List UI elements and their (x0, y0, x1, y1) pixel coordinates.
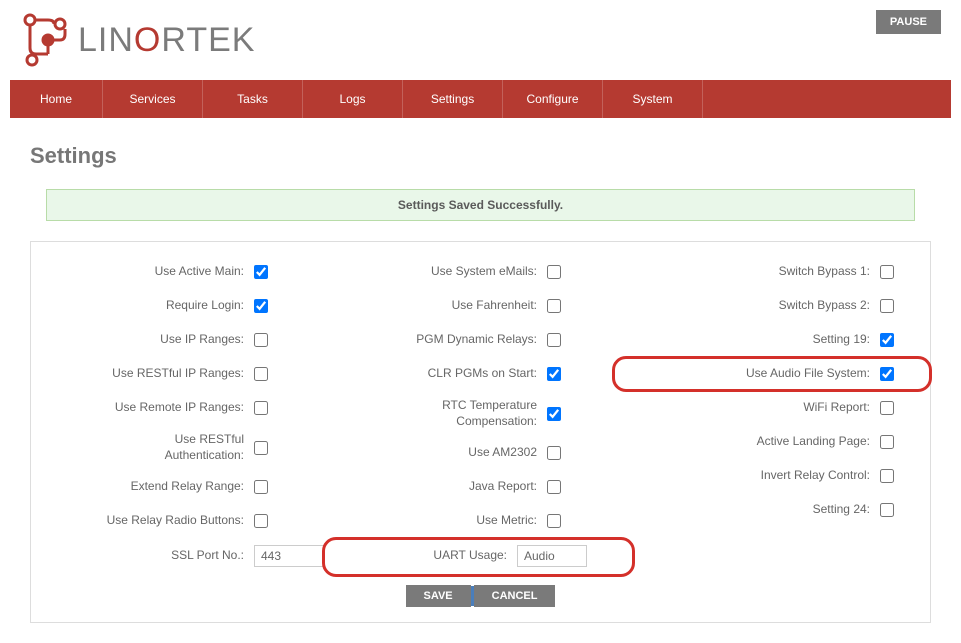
chk-use-fahrenheit[interactable] (547, 299, 561, 313)
chk-setting-19[interactable] (880, 333, 894, 347)
label-use-active-main: Use Active Main: (155, 264, 244, 280)
settings-col-1: Use Active Main: Require Login: Use IP R… (41, 262, 334, 567)
label-setting-24: Setting 24: (813, 502, 870, 518)
label-use-relay-radio: Use Relay Radio Buttons: (107, 513, 244, 529)
nav-system[interactable]: System (603, 80, 703, 118)
label-pgm-dynamic-relays: PGM Dynamic Relays: (416, 332, 537, 348)
label-use-am2302: Use AM2302 (468, 445, 537, 461)
settings-panel: Use Active Main: Require Login: Use IP R… (30, 241, 931, 623)
settings-col-3: Switch Bypass 1: Switch Bypass 2: Settin… (627, 262, 920, 567)
label-switch-bypass-2: Switch Bypass 2: (779, 298, 870, 314)
label-switch-bypass-1: Switch Bypass 1: (779, 264, 870, 280)
success-banner: Settings Saved Successfully. (46, 189, 915, 221)
logo-icon (20, 10, 68, 70)
chk-use-system-emails[interactable] (547, 265, 561, 279)
nav-tasks[interactable]: Tasks (203, 80, 303, 118)
pause-button[interactable]: PAUSE (876, 10, 941, 34)
logo-text: LINORTEK (78, 21, 255, 60)
use-audio-fs-row: Use Audio File System: (627, 364, 920, 384)
page-title: Settings (30, 143, 961, 169)
label-extend-relay-range: Extend Relay Range: (131, 479, 244, 495)
chk-use-audio-fs[interactable] (880, 367, 894, 381)
chk-require-login[interactable] (254, 299, 268, 313)
chk-switch-bypass-2[interactable] (880, 299, 894, 313)
label-use-fahrenheit: Use Fahrenheit: (452, 298, 537, 314)
nav-settings[interactable]: Settings (403, 80, 503, 118)
chk-wifi-report[interactable] (880, 401, 894, 415)
chk-extend-relay-range[interactable] (254, 480, 268, 494)
chk-setting-24[interactable] (880, 503, 894, 517)
label-use-metric: Use Metric: (476, 513, 537, 529)
nav-logs[interactable]: Logs (303, 80, 403, 118)
cancel-button[interactable]: CANCEL (474, 585, 556, 607)
chk-active-landing-page[interactable] (880, 435, 894, 449)
input-uart-usage[interactable] (517, 545, 587, 567)
label-require-login: Require Login: (166, 298, 244, 314)
label-use-restful-ip-ranges: Use RESTful IP Ranges: (112, 366, 244, 382)
label-use-system-emails: Use System eMails: (431, 264, 537, 280)
settings-col-2: Use System eMails: Use Fahrenheit: PGM D… (334, 262, 627, 567)
label-use-audio-fs: Use Audio File System: (746, 366, 870, 382)
label-wifi-report: WiFi Report: (803, 400, 870, 416)
chk-use-active-main[interactable] (254, 265, 268, 279)
label-active-landing-page: Active Landing Page: (757, 434, 870, 450)
label-ssl-port: SSL Port No.: (171, 548, 244, 564)
chk-use-relay-radio[interactable] (254, 514, 268, 528)
chk-use-restful-ip-ranges[interactable] (254, 367, 268, 381)
logo: LINORTEK (20, 10, 255, 70)
nav-configure[interactable]: Configure (503, 80, 603, 118)
label-invert-relay-control: Invert Relay Control: (761, 468, 870, 484)
chk-use-am2302[interactable] (547, 446, 561, 460)
label-use-ip-ranges: Use IP Ranges: (160, 332, 244, 348)
label-use-remote-ip-ranges: Use Remote IP Ranges: (115, 400, 244, 416)
nav-services[interactable]: Services (103, 80, 203, 118)
uart-usage-row: UART Usage: (334, 545, 627, 567)
chk-invert-relay-control[interactable] (880, 469, 894, 483)
label-clr-pgms-on-start: CLR PGMs on Start: (428, 366, 537, 382)
chk-java-report[interactable] (547, 480, 561, 494)
chk-switch-bypass-1[interactable] (880, 265, 894, 279)
chk-use-ip-ranges[interactable] (254, 333, 268, 347)
nav-home[interactable]: Home (10, 80, 103, 118)
label-java-report: Java Report: (469, 479, 537, 495)
chk-rtc-temp-comp[interactable] (547, 407, 561, 421)
input-ssl-port[interactable] (254, 545, 324, 567)
main-nav: Home Services Tasks Logs Settings Config… (10, 80, 951, 118)
label-use-restful-auth: Use RESTful Authentication: (94, 432, 244, 463)
label-uart-usage: UART Usage: (433, 548, 507, 564)
chk-pgm-dynamic-relays[interactable] (547, 333, 561, 347)
save-button[interactable]: SAVE (406, 585, 471, 607)
chk-clr-pgms-on-start[interactable] (547, 367, 561, 381)
chk-use-remote-ip-ranges[interactable] (254, 401, 268, 415)
chk-use-restful-auth[interactable] (254, 441, 268, 455)
chk-use-metric[interactable] (547, 514, 561, 528)
label-rtc-temp-comp: RTC Temperature Compensation: (387, 398, 537, 429)
label-setting-19: Setting 19: (813, 332, 870, 348)
